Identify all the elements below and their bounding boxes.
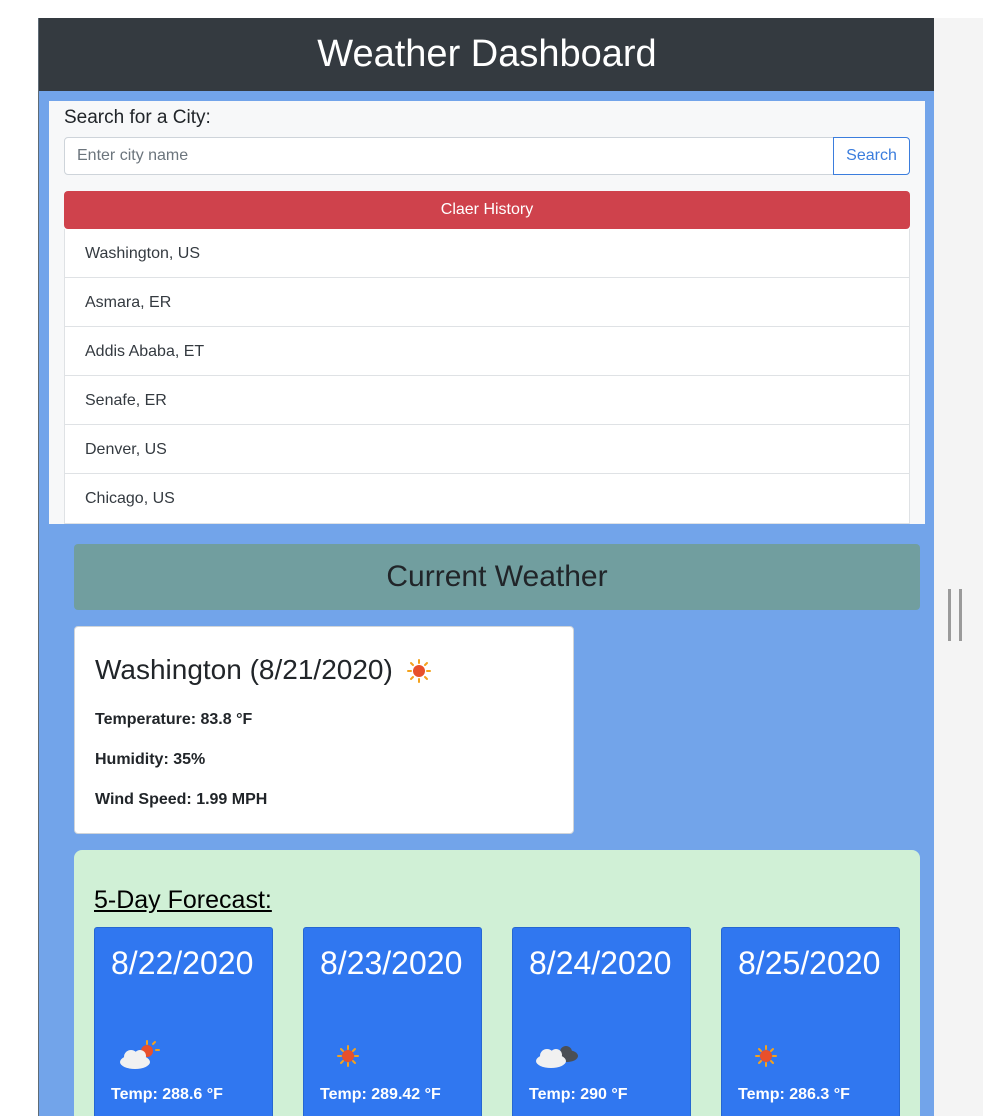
history-item[interactable]: Senafe, ER [65,376,909,425]
forecast-card: 8/23/2020 Temp: 289.42 °F [303,927,482,1116]
page-title: Weather Dashboard [39,18,934,91]
app-container: Weather Dashboard Search for a City: Sea… [38,18,934,1116]
humidity-value: Humidity: 35% [95,751,206,768]
current-city-title: Washington (8/21/2020) [95,654,431,686]
clear-history-button[interactable]: Claer History [64,191,910,229]
history-item[interactable]: Asmara, ER [65,278,909,327]
forecast-temp: Temp: 289.42 °F [320,1086,441,1103]
history-item[interactable]: Chicago, US [65,474,909,523]
current-weather-card: Washington (8/21/2020) Temperature: 83.8… [74,626,574,834]
partly-cloudy-icon [115,1038,163,1074]
forecast-card: 8/22/2020 Temp: 288.6 °F [94,927,273,1116]
forecast-title: 5-Day Forecast: [94,886,272,914]
search-button[interactable]: Search [833,137,910,175]
forecast-temp: Temp: 290 °F [529,1086,628,1103]
history-item[interactable]: Denver, US [65,425,909,474]
forecast-date: 8/25/2020 [738,945,881,981]
history-item[interactable]: Addis Ababa, ET [65,327,909,376]
forecast-panel: 5-Day Forecast: 8/22/2020 Temp: 288.6 °F [74,850,920,1116]
forecast-date: 8/24/2020 [529,945,672,981]
forecast-temp: Temp: 288.6 °F [111,1086,223,1103]
search-label: Search for a City: [64,107,211,128]
current-weather-heading: Current Weather [74,544,920,610]
forecast-card: 8/25/2020 Temp: 286.3 °F [721,927,900,1116]
cloudy-icon [533,1038,581,1074]
forecast-date: 8/22/2020 [111,945,254,981]
forecast-card: 8/24/2020 Temp: 290 °F [512,927,691,1116]
sun-icon [324,1038,372,1074]
scrollbar-thumb[interactable] [948,589,962,641]
forecast-temp: Temp: 286.3 °F [738,1086,850,1103]
sun-icon [406,658,431,683]
wind-speed-value: Wind Speed: 1.99 MPH [95,791,268,808]
scrollbar-track[interactable] [934,18,983,1116]
city-date-label: Washington (8/21/2020) [95,654,393,685]
search-panel: Search for a City: Search Claer History … [49,101,925,524]
history-item[interactable]: Washington, US [65,229,909,278]
search-input[interactable] [64,137,834,175]
sun-icon [742,1038,790,1074]
forecast-date: 8/23/2020 [320,945,463,981]
history-list: Washington, US Asmara, ER Addis Ababa, E… [64,229,910,524]
temperature-value: Temperature: 83.8 °F [95,711,253,728]
